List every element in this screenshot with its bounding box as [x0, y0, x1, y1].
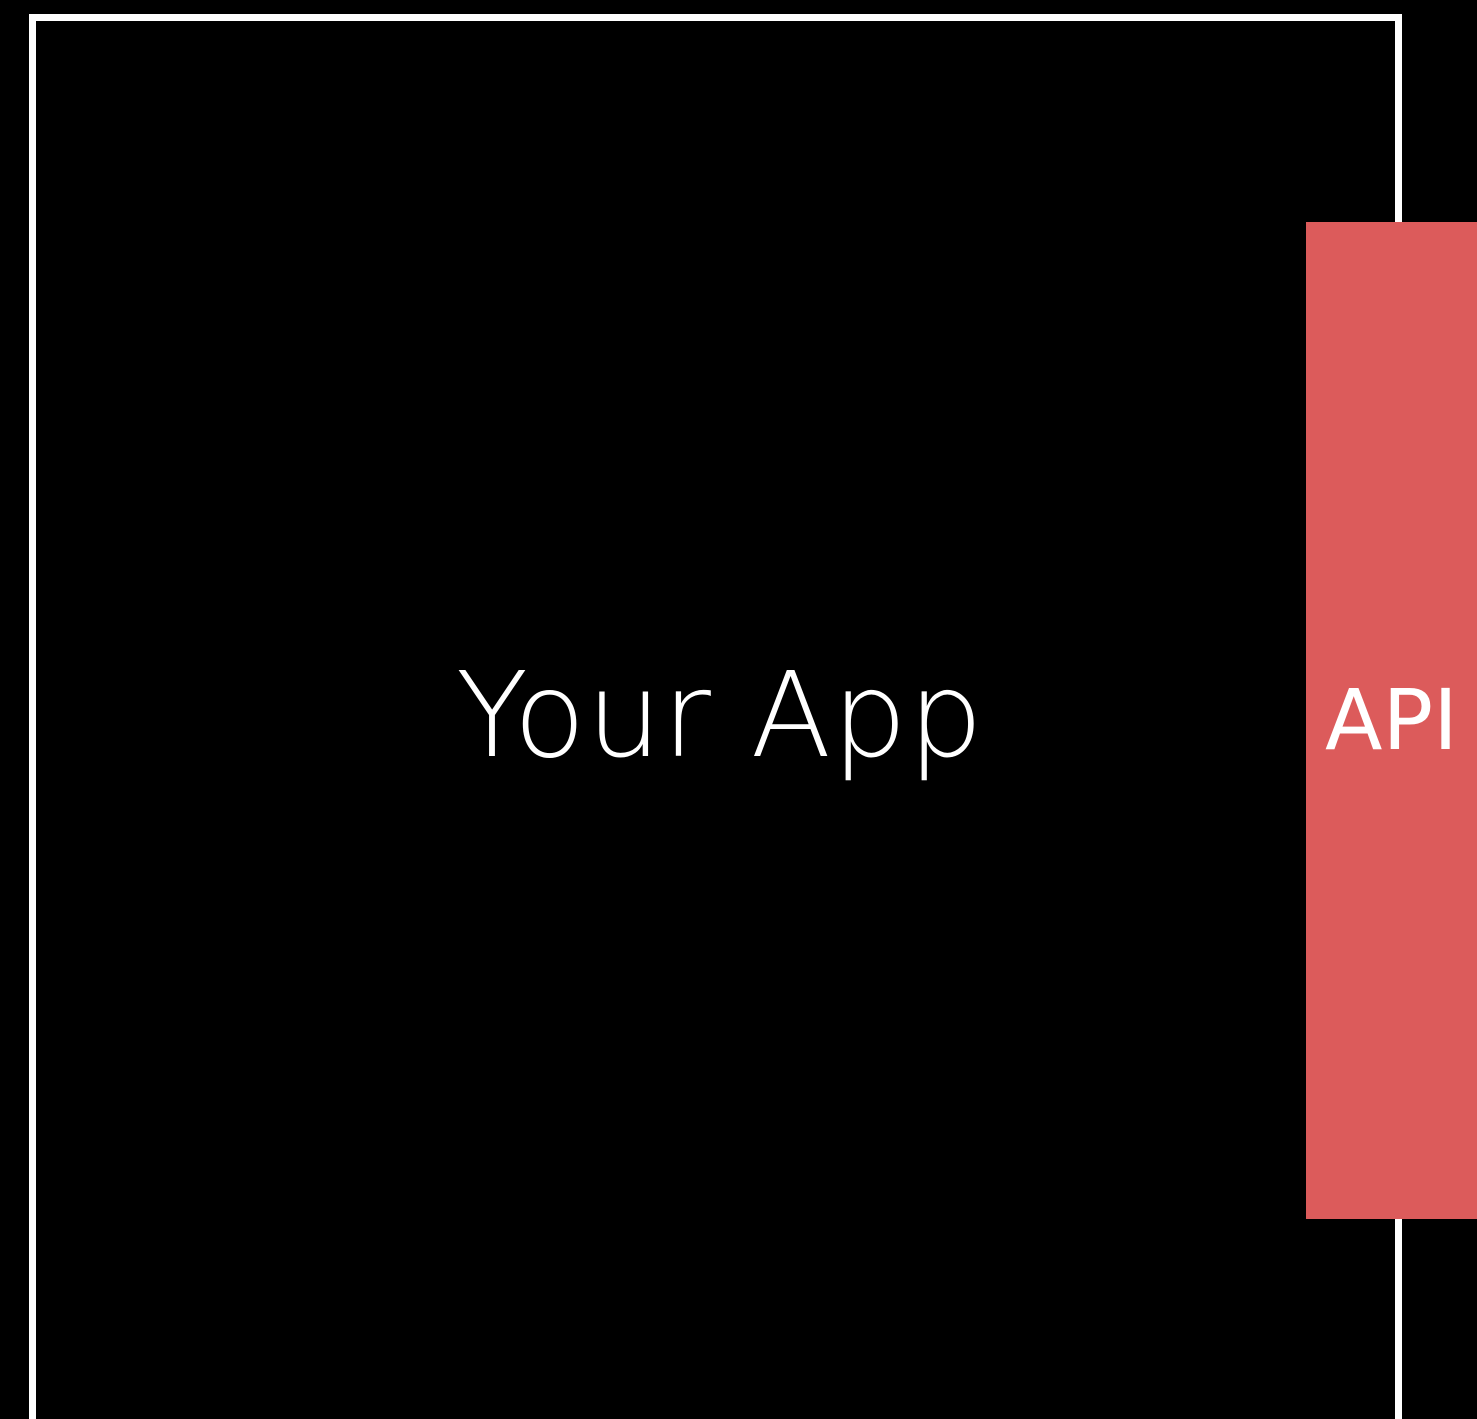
diagram-canvas: Your App API — [0, 0, 1477, 1419]
app-label: Your App — [456, 646, 984, 784]
api-label: API — [1325, 671, 1458, 769]
